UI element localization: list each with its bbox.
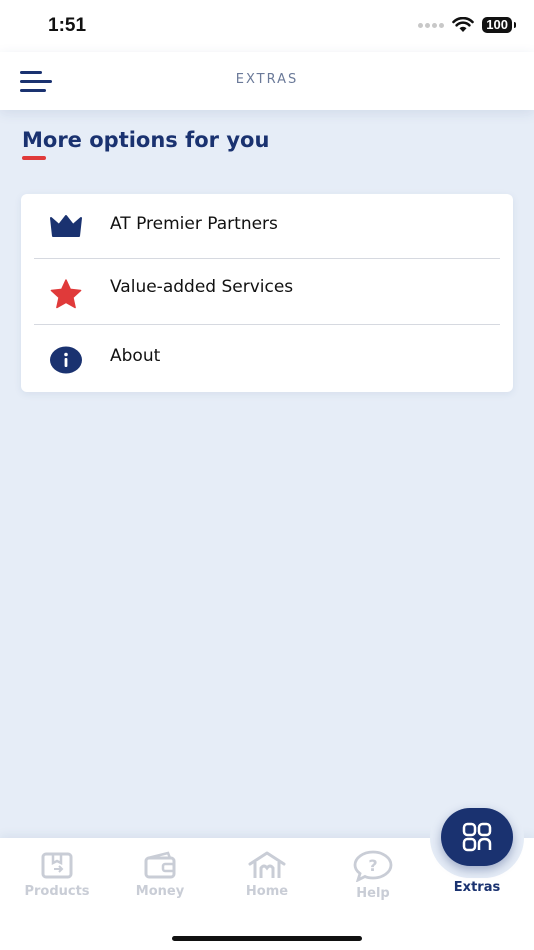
svg-text:?: ? [368,856,377,875]
nav-home[interactable]: Home [217,850,317,910]
page-title: EXTRAS [235,72,299,87]
home-icon [248,851,286,878]
options-card: AT Premier Partners Value-added Services… [21,194,513,392]
status-time: 1:51 [48,15,87,36]
home-indicator [172,936,362,941]
option-label: About [110,346,161,366]
nav-extras[interactable]: Extras [427,876,527,906]
wallet-icon [144,851,176,879]
option-about[interactable]: About [21,325,513,389]
section-title: More options for you [22,128,270,152]
grid-icon [462,822,492,852]
status-indicators: 100 [418,17,516,33]
help-icon: ? [353,850,393,882]
nav-label: Home [245,884,289,899]
nav-label: Help [356,886,390,901]
option-label: Value-added Services [110,277,294,297]
nav-label: Extras [453,880,501,895]
battery-indicator: 100 [482,17,516,33]
wifi-icon [452,17,475,32]
cellular-signal-icon [418,22,445,28]
star-icon [50,279,82,309]
app-header: EXTRAS [0,52,534,110]
crown-icon [50,215,82,237]
title-underline [22,156,46,160]
extras-fab-button[interactable] [441,808,513,866]
box-icon [41,852,73,879]
option-value-added-services[interactable]: Value-added Services [21,259,513,323]
nav-label: Money [135,884,185,899]
nav-money[interactable]: Money [110,850,210,910]
option-label: AT Premier Partners [110,214,278,234]
nav-products[interactable]: Products [7,850,107,910]
info-icon [50,346,82,374]
status-bar: 1:51 100 [0,0,534,52]
option-at-premier-partners[interactable]: AT Premier Partners [21,194,513,258]
nav-label: Products [24,884,90,899]
nav-help[interactable]: ? Help [323,850,423,910]
